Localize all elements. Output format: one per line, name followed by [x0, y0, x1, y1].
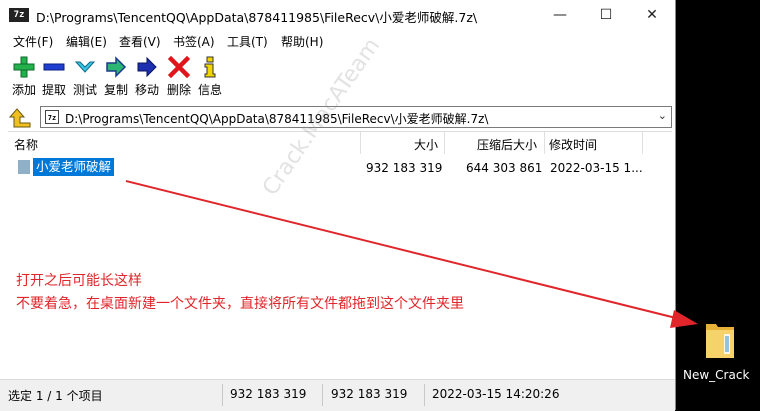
info-label: 信息	[197, 83, 222, 97]
file-list[interactable]: 名称 大小 压缩后大小 修改时间 小爱老师破解 932 183 319 644 …	[8, 131, 672, 378]
maximize-button[interactable]: ☐	[583, 0, 629, 30]
chevron-down-icon[interactable]: ⌄	[658, 109, 667, 122]
file-modified: 2022-03-15 1...	[550, 161, 643, 175]
status-bar: 选定 1 / 1 个项目 932 183 319 932 183 319 202…	[0, 379, 675, 411]
add-icon	[13, 56, 35, 78]
menu-tools[interactable]: 工具(T)	[227, 33, 268, 50]
minimize-button[interactable]: —	[537, 0, 583, 30]
address-field[interactable]: 7z D:\Programs\TencentQQ\AppData\8784119…	[40, 106, 672, 128]
menu-edit[interactable]: 编辑(E)	[66, 33, 107, 50]
file-name[interactable]: 小爱老师破解	[33, 158, 115, 176]
menu-view[interactable]: 查看(V)	[119, 33, 161, 50]
desktop-folder-label: New_Crack	[683, 368, 750, 382]
copy-button[interactable]: 复制	[101, 52, 131, 100]
copy-icon	[106, 56, 127, 78]
column-header-modified[interactable]: 修改时间	[549, 136, 597, 153]
status-divider	[322, 384, 323, 406]
table-row[interactable]: 小爱老师破解	[16, 158, 117, 176]
menu-file[interactable]: 文件(F)	[13, 33, 53, 50]
window-title: D:\Programs\TencentQQ\AppData\878411985\…	[36, 10, 478, 25]
annotation-line-1: 打开之后可能长这样	[16, 273, 142, 289]
title-bar[interactable]: 7z D:\Programs\TencentQQ\AppData\8784119…	[0, 0, 675, 30]
folder-icon	[18, 160, 30, 174]
move-button[interactable]: 移动	[132, 52, 162, 100]
extract-icon	[43, 63, 65, 71]
file-packed-size: 644 303 861	[466, 161, 543, 175]
test-icon	[74, 61, 96, 73]
desktop-folder-icon[interactable]	[704, 318, 736, 360]
extract-button[interactable]: 提取	[39, 52, 69, 100]
column-divider[interactable]	[544, 132, 545, 154]
test-button[interactable]: 测试	[70, 52, 100, 100]
column-divider[interactable]	[444, 132, 445, 154]
up-folder-icon[interactable]	[8, 107, 34, 129]
status-size: 932 183 319	[230, 387, 307, 401]
delete-button[interactable]: 删除	[164, 52, 194, 100]
7zip-app-icon: 7z	[9, 8, 29, 22]
move-icon	[137, 56, 157, 78]
info-button[interactable]: 信息	[195, 52, 225, 100]
7zip-window: 7z D:\Programs\TencentQQ\AppData\8784119…	[0, 0, 676, 411]
archive-icon: 7z	[45, 110, 59, 124]
menu-bookmarks[interactable]: 书签(A)	[173, 33, 215, 50]
address-path: D:\Programs\TencentQQ\AppData\878411985\…	[65, 112, 489, 126]
delete-icon	[168, 56, 190, 78]
status-selection: 选定 1 / 1 个项目	[8, 389, 103, 403]
column-header-packed[interactable]: 压缩后大小	[477, 136, 537, 153]
file-size: 932 183 319	[366, 161, 443, 175]
column-header-name[interactable]: 名称	[14, 136, 38, 153]
status-modified: 2022-03-15 14:20:26	[432, 387, 560, 401]
status-divider	[424, 384, 425, 406]
close-button[interactable]: ✕	[629, 0, 675, 30]
menu-help[interactable]: 帮助(H)	[281, 33, 323, 50]
info-icon	[204, 56, 216, 78]
annotation-line-2: 不要着急，在桌面新建一个文件夹，直接将所有文件都拖到这个文件夹里	[16, 296, 464, 312]
status-divider	[222, 384, 223, 406]
column-divider[interactable]	[360, 132, 361, 154]
column-divider[interactable]	[642, 132, 643, 154]
menu-bar: 文件(F) 编辑(E) 查看(V) 书签(A) 工具(T) 帮助(H)	[0, 30, 675, 52]
status-packed: 932 183 319	[331, 387, 408, 401]
column-header-size[interactable]: 大小	[414, 136, 438, 153]
